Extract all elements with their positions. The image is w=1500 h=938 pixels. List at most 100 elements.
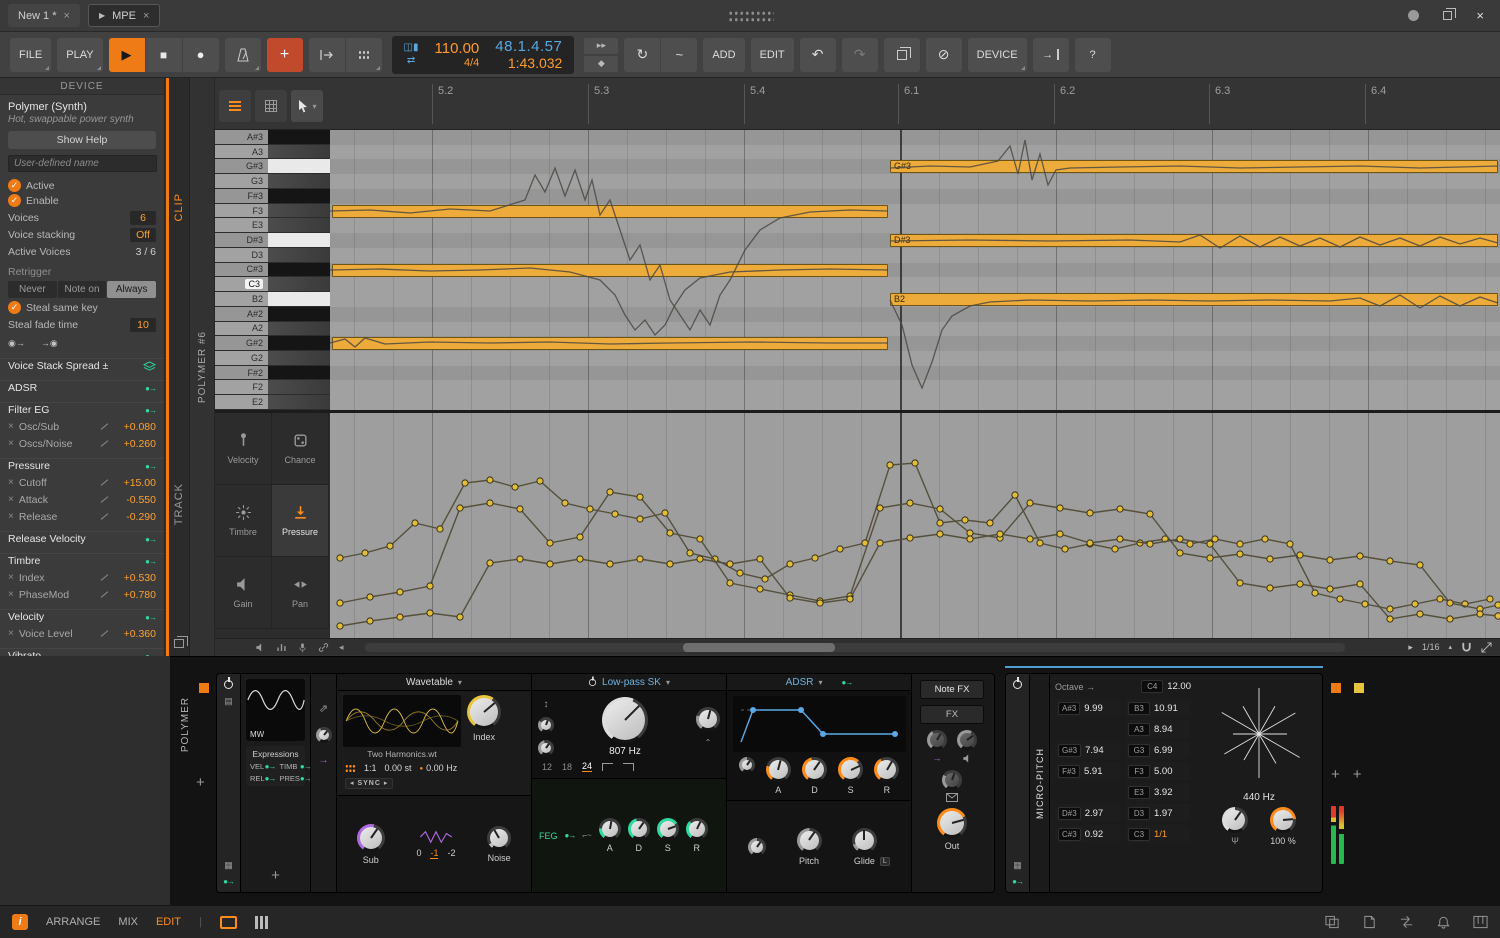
automation-follow-button[interactable]: ~ xyxy=(661,38,697,72)
tab-track[interactable]: TRACK xyxy=(173,483,185,525)
levels-icon[interactable] xyxy=(276,642,287,653)
mod-route-icon[interactable]: ●→ xyxy=(565,831,576,840)
oscillator-type-header[interactable]: Wavetable ▾ xyxy=(337,674,531,691)
playhead-position-value[interactable]: 48.1.4.57 xyxy=(495,38,562,55)
remove-modulation-icon[interactable]: × xyxy=(8,572,14,583)
remove-modulation-icon[interactable]: × xyxy=(8,511,14,522)
midi-note-b2[interactable]: B2 xyxy=(890,293,1498,306)
mod-amount[interactable]: -0.550 xyxy=(114,494,156,506)
pitch-knob[interactable]: Pitch xyxy=(797,828,822,866)
sub-waveform-icon[interactable] xyxy=(417,830,455,844)
remove-modulation-icon[interactable]: × xyxy=(8,477,14,488)
mod-amount[interactable]: +0.360 xyxy=(114,628,156,640)
add-modulator-button[interactable]: + xyxy=(271,867,280,884)
pole-24[interactable]: 24 xyxy=(582,761,592,772)
semitone-value[interactable]: 0.00 st xyxy=(385,763,412,773)
routing-button[interactable]: → xyxy=(1033,38,1069,72)
mod-route-icon[interactable]: ●→ xyxy=(145,613,156,622)
micropitch-white-key-cell[interactable]: F35.00 xyxy=(1125,762,1191,780)
undo-button[interactable]: ↶ xyxy=(800,38,836,72)
micropitch-black-key-cell[interactable]: D#32.97 xyxy=(1055,804,1121,822)
edit-menu-button[interactable]: EDIT xyxy=(751,38,794,72)
timeline-ruler[interactable]: 5.25.35.46.16.26.36.4 xyxy=(330,78,1500,130)
piano-key-a2[interactable]: A2 xyxy=(215,322,330,337)
time-signature-icon[interactable]: ◫▮ xyxy=(404,43,419,53)
lane-pan[interactable]: Pan xyxy=(272,557,329,629)
ratio-value[interactable]: 1:1 xyxy=(364,763,377,773)
fx-knob-2[interactable] xyxy=(957,730,977,764)
wavetable-position-icon[interactable] xyxy=(345,764,356,773)
pitch-env-knob[interactable] xyxy=(748,838,766,856)
oscillator-display[interactable]: MW xyxy=(246,679,305,741)
lane-chance[interactable]: Chance xyxy=(272,413,329,485)
resonance-knob[interactable] xyxy=(696,707,720,731)
project-panel-icon[interactable] xyxy=(1325,915,1340,929)
slope-icon[interactable] xyxy=(623,763,634,771)
micropitch-white-key-cell[interactable]: A38.94 xyxy=(1125,720,1191,738)
mod-amount[interactable]: +0.080 xyxy=(114,421,156,433)
punch-out-button[interactable] xyxy=(346,38,382,72)
tab-clip[interactable]: CLIP xyxy=(173,193,185,221)
device-grid-icon[interactable]: ▦ xyxy=(224,860,233,871)
punch-in-button[interactable] xyxy=(309,38,345,72)
midi-note[interactable] xyxy=(332,264,888,277)
mod-route-icon[interactable]: ●→ xyxy=(841,678,852,687)
pointer-tool-button[interactable]: ▾ xyxy=(291,90,323,122)
loop-button[interactable]: ↻ xyxy=(624,38,660,72)
midi-note[interactable] xyxy=(332,337,888,350)
piano-key-as2[interactable]: A#2 xyxy=(215,307,330,322)
enable-checkbox[interactable]: ✓ xyxy=(8,194,21,207)
micropitch-white-key-cell[interactable]: D31.97 xyxy=(1125,804,1191,822)
note-grid[interactable]: G#3D#3B2 xyxy=(330,130,1500,410)
pressure-curve[interactable] xyxy=(330,413,1500,638)
show-help-button[interactable]: Show Help xyxy=(8,131,156,149)
param-value[interactable]: 10 xyxy=(130,318,156,332)
feg-sustain-knob[interactable]: S xyxy=(657,818,679,853)
pole-18[interactable]: 18 xyxy=(562,762,572,772)
device-mod-icon[interactable]: ●→ xyxy=(1012,877,1023,886)
expression-pres[interactable]: PRES●→ xyxy=(279,774,310,783)
single-display-icon[interactable] xyxy=(220,916,237,929)
fine-tune-value[interactable]: 0.00 Hz xyxy=(420,763,458,773)
grid-resolution-value[interactable]: 1/16 xyxy=(1422,642,1440,652)
file-button[interactable]: FILE xyxy=(10,38,51,72)
wavetable-file-name[interactable]: Two Harmonics.wt xyxy=(343,749,461,759)
note-chip[interactable]: C4 xyxy=(1141,680,1163,693)
remove-modulation-icon[interactable]: × xyxy=(8,438,14,449)
sync-button[interactable]: ◂ SYNC ▸ xyxy=(345,778,393,789)
remove-modulation-icon[interactable]: × xyxy=(8,494,14,505)
cutoff-value[interactable]: 807 Hz xyxy=(609,746,641,757)
filter-power-icon[interactable] xyxy=(589,678,596,685)
zoom-fit-icon[interactable] xyxy=(1481,642,1492,653)
follow-playhead-button[interactable]: ▸▸ xyxy=(584,38,618,54)
mod-in-icon[interactable]: →◉ xyxy=(41,338,58,349)
device-color-chip-orange[interactable] xyxy=(1331,683,1341,693)
mod-route-icon[interactable]: ●→ xyxy=(145,557,156,566)
piano-key-e2[interactable]: E2 xyxy=(215,395,330,410)
scroll-right-icon[interactable]: ▸ xyxy=(1408,642,1413,653)
micropitch-white-key-cell[interactable]: G36.99 xyxy=(1125,741,1191,759)
fx-knob-1[interactable]: → xyxy=(927,730,947,763)
playhead-time-value[interactable]: 1:43.032 xyxy=(495,55,562,71)
record-button[interactable]: ● xyxy=(183,38,219,72)
index-knob[interactable]: Index xyxy=(467,695,501,759)
notifications-icon[interactable] xyxy=(1436,915,1451,929)
grid-resolution-caret-icon[interactable]: ▴ xyxy=(1448,643,1452,651)
metronome-button[interactable] xyxy=(225,38,261,72)
device-grid-icon[interactable]: ▦ xyxy=(1013,860,1022,871)
add-device-button[interactable]: + xyxy=(196,775,205,790)
piano-key-fs3[interactable]: F#3 xyxy=(215,189,330,204)
pressure-lane-editor[interactable] xyxy=(330,413,1500,638)
lane-pressure[interactable]: Pressure xyxy=(272,485,329,557)
remove-modulation-icon[interactable]: × xyxy=(8,421,14,432)
micro-pitch-device[interactable]: ▦ ●→ MICRO-PITCH Octave → C4 12.00 A#39.… xyxy=(1005,673,1323,893)
fx-send-knob[interactable] xyxy=(942,770,962,802)
micropitch-black-key-cell[interactable]: G#37.94 xyxy=(1055,741,1121,759)
expression-rel[interactable]: REL●→ xyxy=(250,774,275,783)
lane-timbre[interactable]: Timbre xyxy=(215,485,272,557)
piano-key-e3[interactable]: E3 xyxy=(215,218,330,233)
filter-route-icon[interactable]: ↕ xyxy=(544,699,549,710)
view-tab-mix[interactable]: MIX xyxy=(118,916,138,928)
lane-gain[interactable]: Gain xyxy=(215,557,272,629)
project-tab-mpe[interactable]: ▶ MPE × xyxy=(88,4,160,27)
